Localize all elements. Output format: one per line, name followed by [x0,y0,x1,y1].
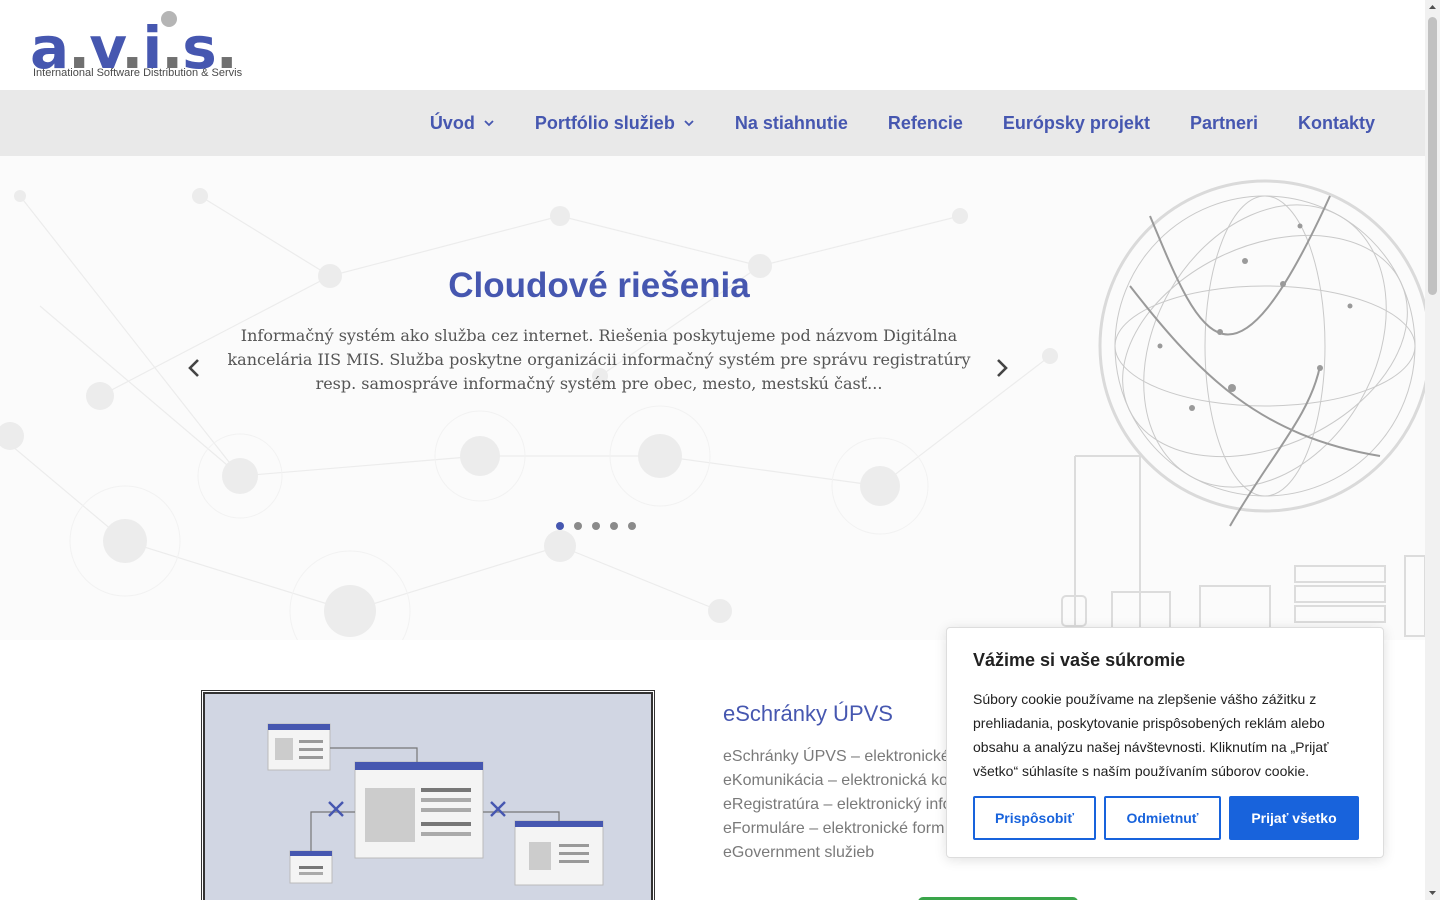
feature-list-item: eGovernment služieb [723,844,875,861]
logo-tagline: International Software Distribution & Se… [33,67,243,79]
hero-background-network [0,179,1425,640]
main-navbar: Úvod Portfólio služieb Na stiahnutie Ref… [0,90,1425,156]
nav-item-portfolio[interactable]: Portfólio služieb [535,113,695,134]
feature-title: eSchránky ÚPVS [723,701,893,726]
slider-dot-5[interactable] [628,522,636,530]
nav-item-europsky-projekt[interactable]: Európsky projekt [1003,113,1150,134]
nav-item-partneri[interactable]: Partneri [1190,113,1258,134]
scrollbar-thumb[interactable] [1428,17,1437,295]
logo-dot-icon [161,11,177,27]
page-scrollbar[interactable] [1425,0,1440,900]
logo[interactable]: a.v.i.s. International Software Distribu… [30,8,270,84]
nav-item-refencie[interactable]: Refencie [888,113,963,134]
nav-item-label: Úvod [429,112,475,133]
cookie-customize-button[interactable]: Prispôsobiť [973,796,1096,840]
feature-list: eSchránky ÚPVS – elektronické eKomunikác… [723,745,963,865]
cookie-description: Súbory cookie používame na zlepšenie váš… [973,691,1329,779]
scroll-up-icon[interactable] [1425,0,1440,15]
nav-item-label: Partneri [1189,112,1258,133]
hero-slider: Cloudové riešenia Informačný systém ako … [0,156,1425,640]
nav-item-uvod[interactable]: Úvod [430,113,495,134]
slider-dot-1[interactable] [556,522,564,530]
slider-dot-3[interactable] [592,522,600,530]
hero-description: Informačný systém ako služba cez interne… [227,326,971,393]
slider-prev-icon[interactable] [183,356,207,380]
cookie-accept-all-button[interactable]: Prijať všetko [1229,796,1359,840]
feature-list-item: eFormuláre – elektronické form [723,820,945,837]
nav-item-label: Kontakty [1297,112,1375,133]
chevron-down-icon [684,120,694,127]
header: a.v.i.s. International Software Distribu… [0,0,1425,90]
page: a.v.i.s. International Software Distribu… [0,0,1440,900]
cookie-reject-button[interactable]: Odmietnuť [1104,796,1221,840]
scroll-down-icon[interactable] [1425,885,1440,900]
hero-title: Cloudové riešenia [448,266,750,305]
nav-item-label: Na stiahnutie [734,112,848,133]
slider-pagination [556,522,636,530]
nav-item-kontakty[interactable]: Kontakty [1298,113,1375,134]
feature-list-item: eKomunikácia – elektronická ko [723,772,949,789]
nav-item-label: Portfólio služieb [534,112,675,133]
windows-diagram-icon [267,723,604,886]
feature-list-item: eSchránky ÚPVS – elektronické [723,748,950,765]
chevron-down-icon [484,120,494,127]
slider-next-icon[interactable] [989,356,1013,380]
nav-item-na-stiahnutie[interactable]: Na stiahnutie [735,113,848,134]
nav-item-label: Európsky projekt [1002,112,1150,133]
slider-dot-4[interactable] [610,522,618,530]
cookie-title: Vážime si vaše súkromie [973,650,1186,670]
slider-dot-2[interactable] [574,522,582,530]
cookie-actions: Prispôsobiť Odmietnuť Prijať všetko [973,796,1359,840]
cookie-consent-dialog: Vážime si vaše súkromie Súbory cookie po… [946,627,1384,858]
main-nav: Úvod Portfólio služieb Na stiahnutie Ref… [430,90,1375,156]
nav-item-label: Refencie [887,112,963,133]
feature-illustration [201,690,655,900]
feature-list-item: eRegistratúra – elektronický info [723,796,952,813]
